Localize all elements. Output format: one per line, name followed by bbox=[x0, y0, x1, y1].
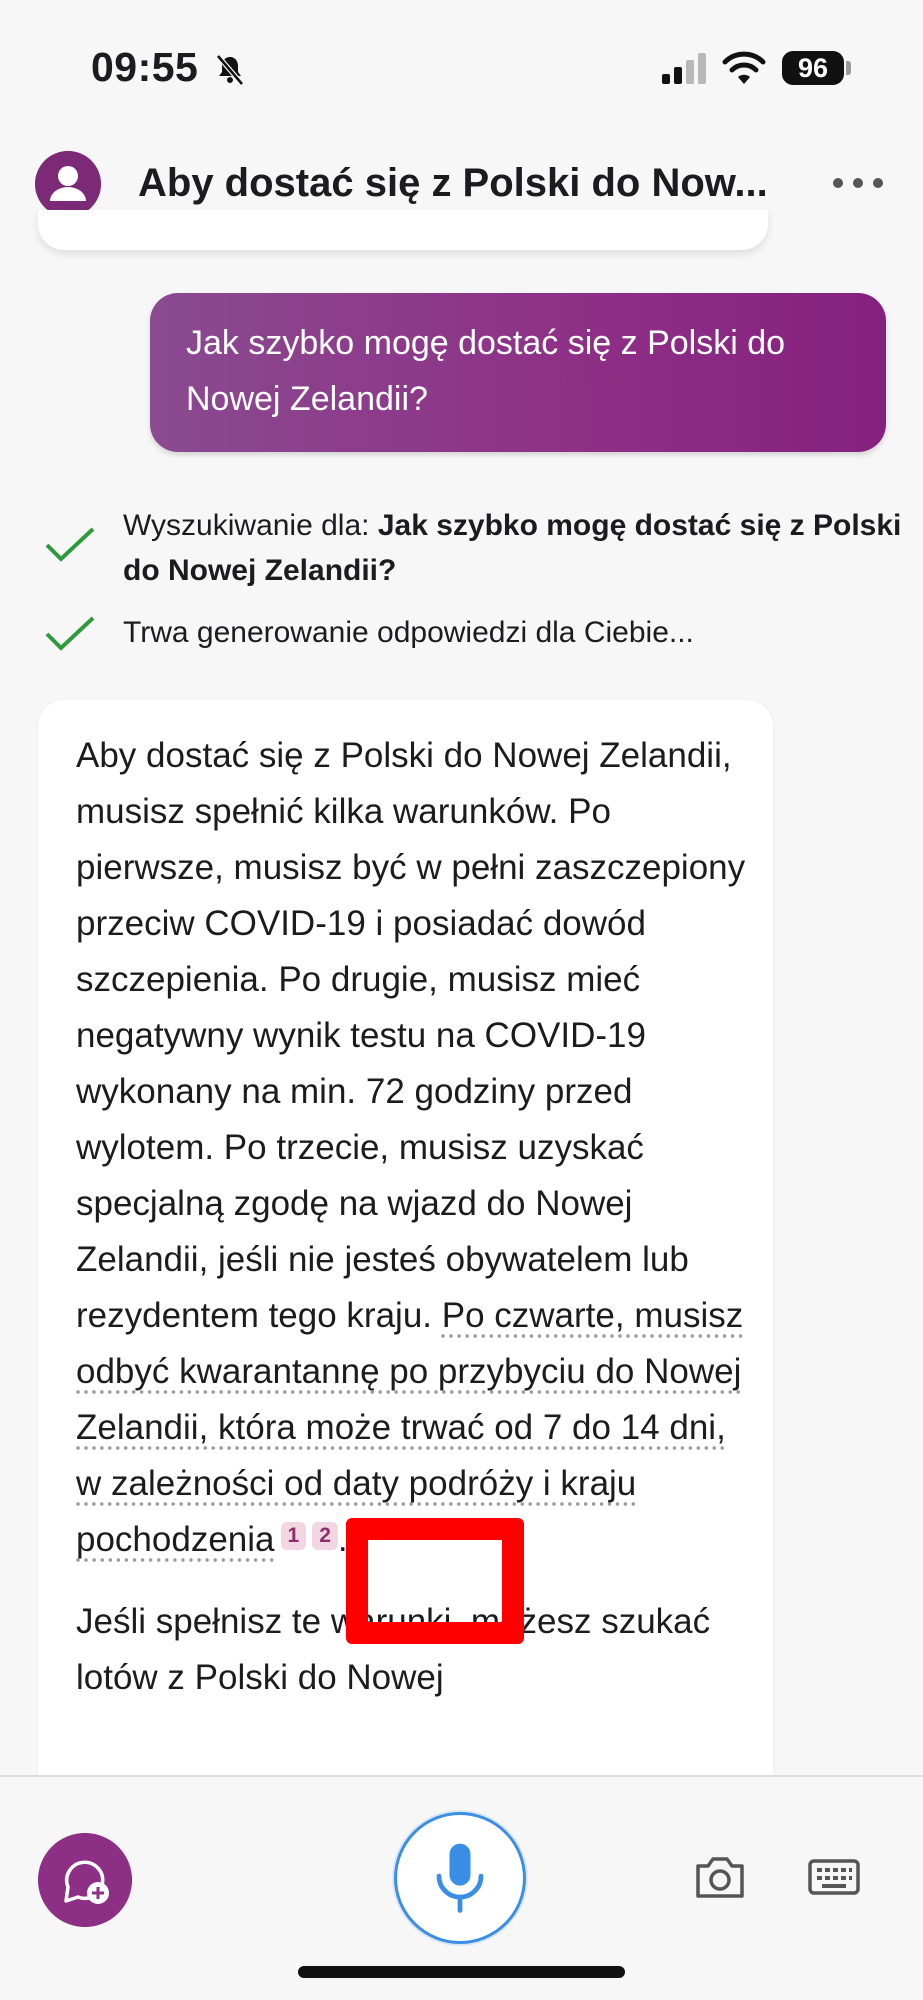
cellular-signal-icon bbox=[662, 53, 706, 84]
status-bar: 09:55 96 bbox=[0, 0, 923, 135]
answer-part-1: Aby dostać się z Polski do Nowej Zelandi… bbox=[76, 736, 746, 1335]
citation-badge-2[interactable]: 2 bbox=[312, 1522, 338, 1550]
battery-indicator: 96 bbox=[782, 51, 844, 85]
camera-icon[interactable] bbox=[694, 1852, 746, 1900]
keyboard-icon[interactable] bbox=[808, 1857, 860, 1897]
home-indicator bbox=[298, 1966, 625, 1978]
conversation-title: Aby dostać się z Polski do Now... bbox=[138, 161, 768, 205]
progress-generating-text: Trwa generowanie odpowiedzi dla Ciebie..… bbox=[123, 616, 694, 649]
screen: 09:55 96 Aby dostać się z Polski do Now.… bbox=[0, 0, 923, 2000]
more-dots-icon[interactable] bbox=[830, 171, 886, 195]
user-avatar-icon[interactable] bbox=[35, 151, 101, 217]
new-chat-icon[interactable] bbox=[38, 1833, 132, 1927]
status-time: 09:55 bbox=[91, 44, 199, 90]
highlight-box bbox=[346, 1518, 524, 1644]
battery-tip bbox=[846, 61, 851, 75]
progress-search-text: Wyszukiwanie dla: Jak szybko mogę dostać… bbox=[123, 503, 923, 593]
checkmark-icon bbox=[45, 527, 95, 562]
search-prefix: Wyszukiwanie dla: bbox=[123, 509, 378, 542]
bell-slash-icon bbox=[216, 54, 244, 86]
microphone-icon[interactable] bbox=[394, 1812, 526, 1944]
progress-generating-row: Trwa generowanie odpowiedzi dla Ciebie..… bbox=[44, 610, 894, 660]
answer-paragraph-1: Aby dostać się z Polski do Nowej Zelandi… bbox=[76, 728, 756, 1568]
user-message-text: Jak szybko mogę dostać się z Polski do N… bbox=[186, 324, 786, 418]
wifi-icon bbox=[722, 51, 766, 84]
previous-message-card bbox=[38, 210, 768, 250]
progress-search-row: Wyszukiwanie dla: Jak szybko mogę dostać… bbox=[44, 503, 901, 603]
user-message-bubble: Jak szybko mogę dostać się z Polski do N… bbox=[150, 293, 886, 452]
checkmark-icon bbox=[45, 616, 95, 651]
citation-badge-1[interactable]: 1 bbox=[280, 1522, 307, 1550]
